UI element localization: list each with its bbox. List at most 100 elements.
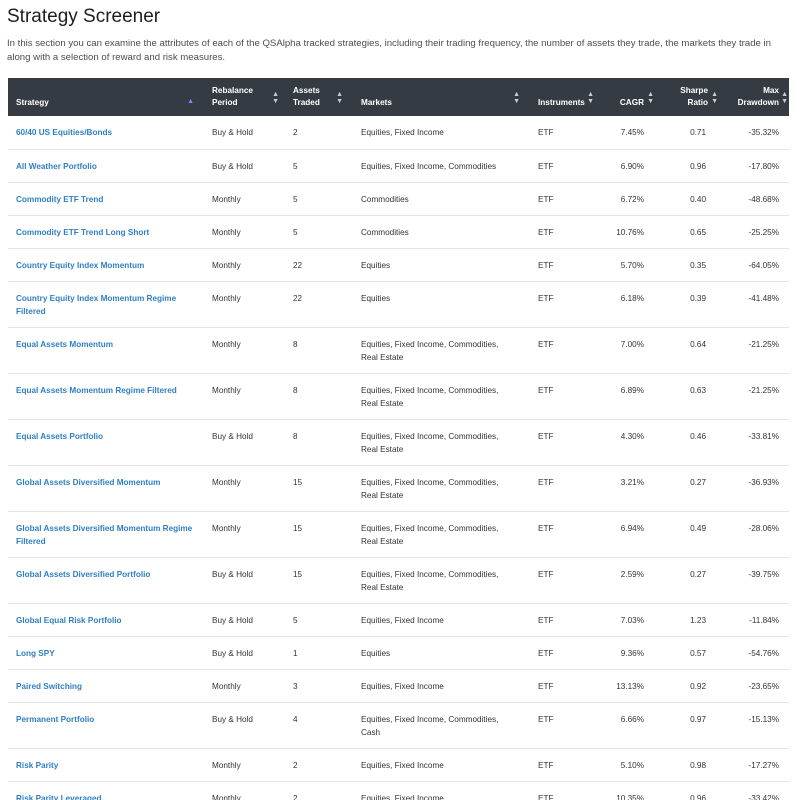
cell-cagr: 10.35% [592,781,660,800]
table-row: All Weather Portfolio Buy & Hold 5 Equities… [8,149,789,183]
cell-rebalance: Monthly [204,669,285,703]
cell-sharpe: 0.27 [660,465,722,512]
cell-assets: 8 [285,373,353,420]
cell-drawdown: -35.32% [722,116,789,150]
cell-cagr: 6.89% [592,373,660,420]
column-header-markets[interactable]: Markets ▲ ▼ [353,78,530,116]
cell-drawdown: -39.75% [722,557,789,604]
column-header-label: Strategy [16,98,49,107]
cell-assets: 8 [285,327,353,374]
cell-rebalance: Monthly [204,748,285,782]
column-header-label: Sharpe Ratio [680,86,708,107]
cell-sharpe: 0.63 [660,373,722,420]
cell-assets: 5 [285,215,353,249]
cell-cagr: 3.21% [592,465,660,512]
table-row: Commodity ETF Trend Long Short Monthly 5 Co… [8,215,789,249]
sort-ascending-icon[interactable]: ▲ [187,98,194,105]
cell-markets: Equities, Fixed Income [353,669,530,703]
cell-instruments: ETF [530,636,592,670]
cell-markets: Equities, Fixed Income [353,116,530,150]
strategy-link[interactable]: Long SPY [8,636,204,670]
cell-sharpe: 1.23 [660,603,722,637]
strategy-link[interactable]: Equal Assets Momentum Regime Filtered [8,373,204,420]
column-header-drawdown[interactable]: Max Drawdown ▲ ▼ [722,78,789,116]
strategy-link[interactable]: Country Equity Index Momentum Regime Fil… [8,281,204,328]
sort-icon[interactable]: ▲ ▼ [647,91,654,105]
column-header-instruments[interactable]: Instruments ▲ ▼ [530,78,594,116]
cell-drawdown: -11.84% [722,603,789,637]
cell-cagr: 5.70% [592,248,660,282]
column-header-label: Markets [361,98,392,107]
column-header-cagr[interactable]: CAGR ▲ ▼ [592,78,660,116]
strategy-link[interactable]: Global Equal Risk Portfolio [8,603,204,637]
cell-instruments: ETF [530,603,592,637]
table-row: Risk Parity Monthly 2 Equities, Fixed Incom… [8,748,789,782]
strategy-link[interactable]: Country Equity Index Momentum [8,248,204,282]
column-header-sharpe[interactable]: Sharpe Ratio ▲ ▼ [660,78,722,116]
cell-cagr: 7.03% [592,603,660,637]
column-header-rebalance[interactable]: Rebalance Period ▲ ▼ [204,78,285,116]
strategy-link[interactable]: Paired Switching [8,669,204,703]
cell-drawdown: -17.80% [722,149,789,183]
cell-instruments: ETF [530,281,592,328]
strategy-link[interactable]: Equal Assets Momentum [8,327,204,374]
sort-icon[interactable]: ▲ ▼ [711,91,718,105]
sort-icon[interactable]: ▲ ▼ [781,91,788,105]
cell-markets: Equities, Fixed Income, Commodities, Rea… [353,511,530,558]
cell-sharpe: 0.96 [660,149,722,183]
cell-sharpe: 0.65 [660,215,722,249]
cell-drawdown: -54.76% [722,636,789,670]
page-title: Strategy Screener [7,6,161,27]
strategy-link[interactable]: All Weather Portfolio [8,149,204,183]
cell-rebalance: Monthly [204,781,285,800]
cell-markets: Equities, Fixed Income [353,748,530,782]
cell-cagr: 7.00% [592,327,660,374]
strategy-link[interactable]: Global Assets Diversified Portfolio [8,557,204,604]
table-row: Equal Assets Portfolio Buy & Hold 8 Equitie… [8,419,789,466]
cell-instruments: ETF [530,781,592,800]
cell-sharpe: 0.40 [660,182,722,216]
cell-sharpe: 0.27 [660,557,722,604]
cell-instruments: ETF [530,511,592,558]
strategy-link[interactable]: Global Assets Diversified Momentum [8,465,204,512]
cell-assets: 2 [285,781,353,800]
cell-rebalance: Buy & Hold [204,149,285,183]
cell-drawdown: -23.65% [722,669,789,703]
cell-assets: 5 [285,603,353,637]
cell-cagr: 4.30% [592,419,660,466]
strategy-screener-page: Strategy Screener In this section you ca… [0,0,800,800]
strategy-link[interactable]: Risk Parity [8,748,204,782]
column-header-assets[interactable]: Assets Traded ▲ ▼ [285,78,353,116]
strategy-link[interactable]: Commodity ETF Trend [8,182,204,216]
cell-rebalance: Buy & Hold [204,702,285,749]
table-row: 60/40 US Equities/Bonds Buy & Hold 2 Equiti… [8,116,789,150]
cell-assets: 15 [285,465,353,512]
strategy-link[interactable]: Equal Assets Portfolio [8,419,204,466]
cell-drawdown: -33.81% [722,419,789,466]
cell-assets: 2 [285,116,353,150]
table-row: Country Equity Index Momentum Monthly 22 Eq… [8,248,789,282]
cell-cagr: 7.45% [592,116,660,150]
table-row: Equal Assets Momentum Monthly 8 Equities, F… [8,327,789,374]
strategy-link[interactable]: Commodity ETF Trend Long Short [8,215,204,249]
strategy-link[interactable]: Global Assets Diversified Momentum Regim… [8,511,204,558]
table-row: Long SPY Buy & Hold 1 Equities ETF 9.36% 0.57-… [8,636,789,670]
cell-rebalance: Buy & Hold [204,116,285,150]
strategy-link[interactable]: Risk Parity Leveraged [8,781,204,800]
cell-cagr: 6.66% [592,702,660,749]
cell-instruments: ETF [530,702,592,749]
strategy-link[interactable]: Permanent Portfolio [8,702,204,749]
sort-icon[interactable]: ▲ ▼ [336,91,343,105]
sort-icon[interactable]: ▲ ▼ [513,91,520,105]
column-header-label: Instruments [538,98,585,107]
table-row: Global Assets Diversified Momentum Monthl… [8,465,789,512]
strategy-link[interactable]: 60/40 US Equities/Bonds [8,116,204,150]
cell-sharpe: 0.92 [660,669,722,703]
column-header-strategy[interactable]: Strategy ▲ [8,78,204,116]
cell-instruments: ETF [530,669,592,703]
table-header-row: Strategy ▲ Rebalance Period ▲ ▼ Assets Tr… [8,78,789,116]
sort-icon[interactable]: ▲ ▼ [272,91,279,105]
cell-instruments: ETF [530,557,592,604]
cell-rebalance: Monthly [204,281,285,328]
cell-assets: 3 [285,669,353,703]
